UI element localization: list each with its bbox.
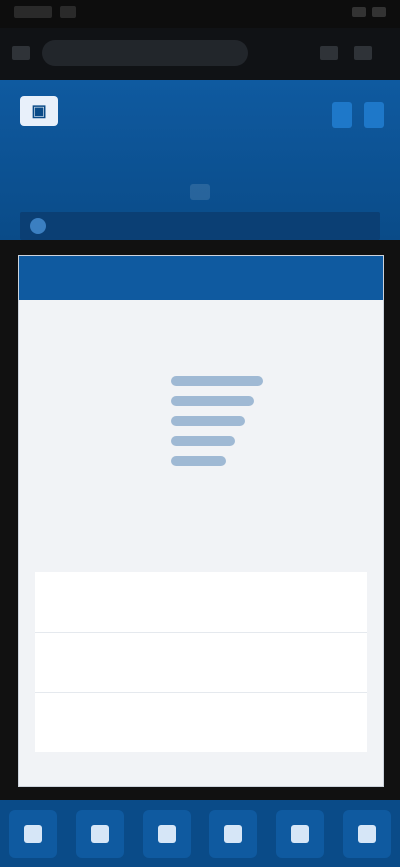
url-field[interactable] (42, 40, 248, 66)
tabs-icon[interactable] (320, 46, 338, 60)
subbar (20, 212, 380, 240)
subbar-icon (30, 218, 46, 234)
bottom-nav-item-5[interactable] (275, 809, 324, 858)
status-icon (60, 6, 76, 18)
bottom-nav (0, 800, 400, 867)
logo-mark-icon: ▣ (20, 96, 58, 126)
illustration-line (171, 436, 236, 446)
status-bar (0, 0, 400, 28)
nav-item-3[interactable] (323, 184, 343, 200)
bottom-nav-icon (290, 824, 309, 843)
details-table (35, 572, 367, 752)
status-time (14, 6, 52, 18)
menu-icon[interactable] (354, 46, 372, 60)
status-left (14, 6, 76, 18)
status-right (352, 7, 386, 17)
home-icon[interactable] (12, 46, 30, 60)
header-action-1-button[interactable] (332, 102, 352, 128)
wifi-icon (352, 7, 366, 17)
illustration-icon (171, 366, 263, 476)
bottom-nav-icon (90, 824, 109, 843)
section-title (19, 256, 383, 300)
header-action-2-button[interactable] (364, 102, 384, 128)
illustration-line (171, 456, 227, 466)
nav-item-1[interactable] (57, 184, 77, 200)
bottom-nav-icon (24, 824, 43, 843)
bottom-nav-icon (224, 824, 243, 843)
illustration-line (171, 416, 245, 426)
illustration-line (171, 376, 263, 386)
bottom-nav-item-3[interactable] (142, 809, 191, 858)
browser-address-bar (0, 28, 400, 80)
table-row (35, 632, 367, 692)
primary-nav (0, 168, 400, 216)
bottom-nav-item-1[interactable] (9, 809, 58, 858)
bottom-nav-item-6[interactable] (342, 809, 391, 858)
header-actions (332, 102, 384, 128)
battery-icon (372, 7, 386, 17)
nav-item-2[interactable] (189, 184, 210, 200)
logo: ▣ (20, 96, 68, 126)
illustration-line (171, 396, 254, 406)
table-row (35, 572, 367, 632)
bottom-nav-icon (157, 824, 176, 843)
bottom-nav-icon (357, 824, 376, 843)
main-card (18, 255, 384, 787)
bottom-nav-item-4[interactable] (209, 809, 258, 858)
table-row (35, 692, 367, 752)
bottom-nav-item-2[interactable] (75, 809, 124, 858)
app-header: ▣ (0, 80, 400, 240)
